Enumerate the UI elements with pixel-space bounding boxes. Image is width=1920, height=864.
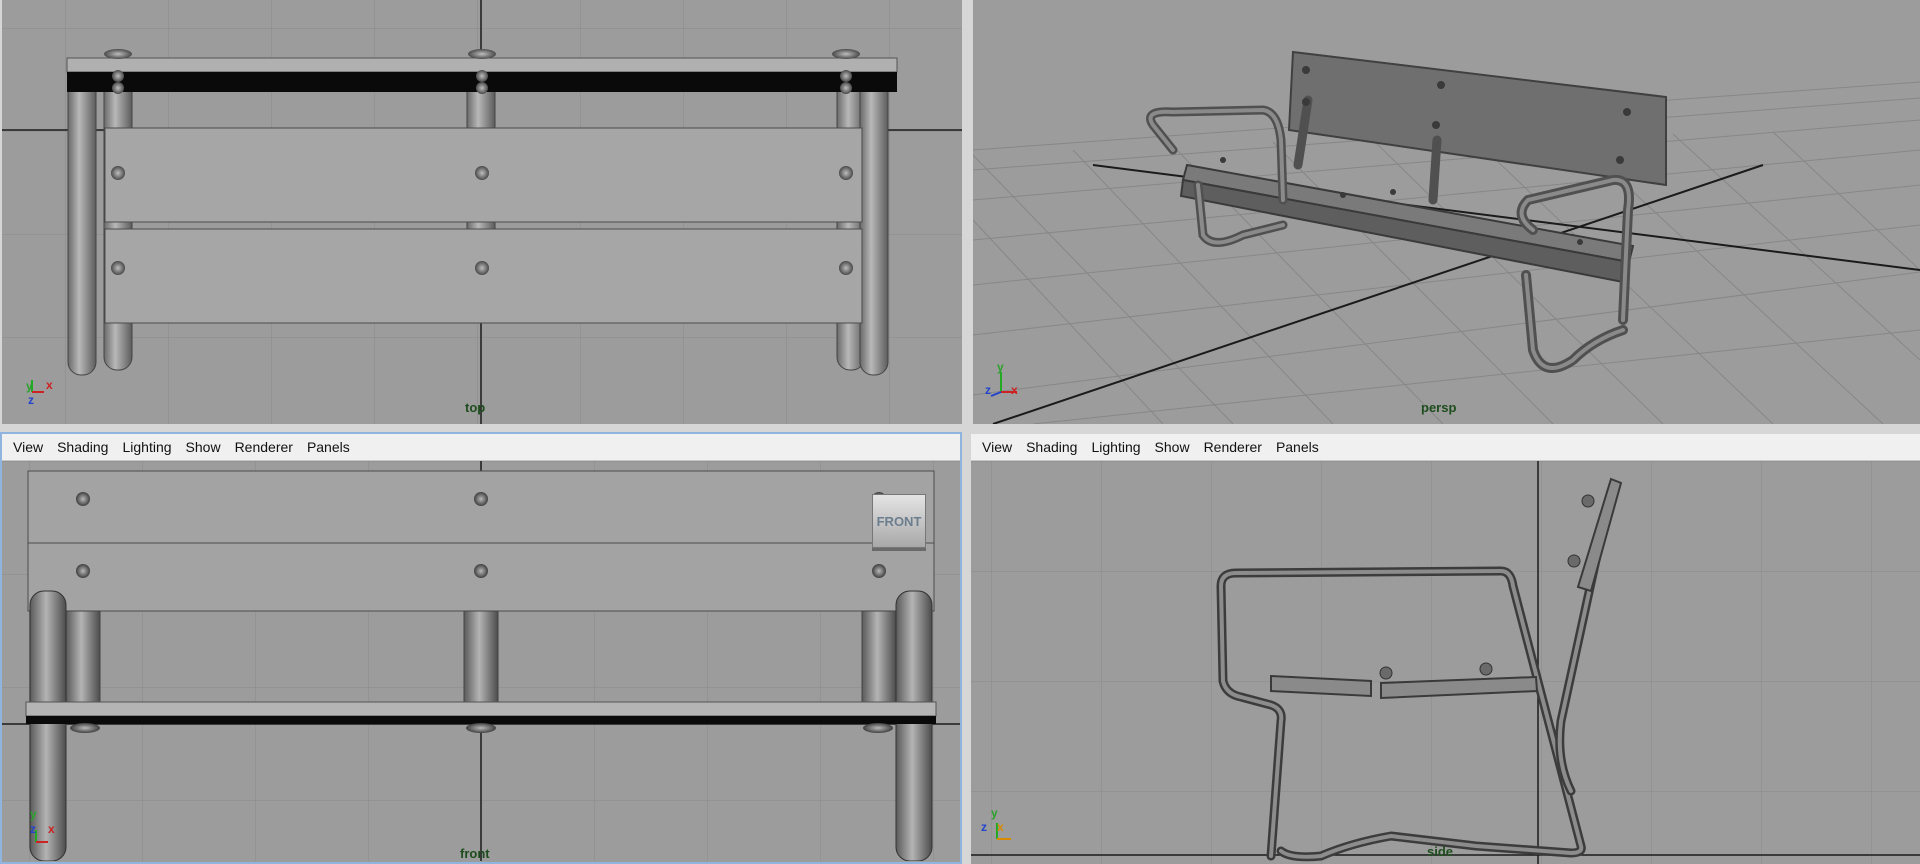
menu-renderer[interactable]: Renderer xyxy=(1197,439,1269,455)
menu-panels[interactable]: Panels xyxy=(300,439,357,455)
viewport-label-top: top xyxy=(465,400,486,415)
menu-view[interactable]: View xyxy=(6,439,50,455)
axis-y-label: y xyxy=(991,806,998,820)
menu-panels[interactable]: Panels xyxy=(1269,439,1326,455)
bench-persp-model xyxy=(1146,50,1667,373)
menu-show[interactable]: Show xyxy=(179,439,228,455)
persp-view-canvas xyxy=(973,50,1920,424)
axis-z-label: z xyxy=(985,383,991,397)
axis-x-label: x xyxy=(1011,383,1018,397)
viewcube-front[interactable]: FRONT xyxy=(872,494,926,548)
splitter-vertical[interactable] xyxy=(962,0,971,864)
side-view-canvas xyxy=(971,461,1920,864)
axis-z-label: z xyxy=(981,820,987,834)
viewport-label-front: front xyxy=(460,846,490,861)
menu-renderer[interactable]: Renderer xyxy=(228,439,300,455)
menu-show[interactable]: Show xyxy=(1148,439,1197,455)
viewport-top[interactable]: y x z top xyxy=(2,0,962,424)
axis-y-label: y xyxy=(26,379,33,393)
top-view-canvas xyxy=(2,0,962,424)
axis-x-label: x xyxy=(46,378,53,392)
viewport-front[interactable]: View Shading Lighting Show Renderer Pane… xyxy=(0,432,962,864)
axis-y-label: y xyxy=(997,360,1004,374)
axis-y-label: y xyxy=(30,807,37,821)
viewport-label-side: side xyxy=(1427,844,1454,859)
menu-shading[interactable]: Shading xyxy=(50,439,115,455)
menubar-front: View Shading Lighting Show Renderer Pane… xyxy=(2,434,960,461)
axis-z-label: z xyxy=(30,822,36,836)
viewport-persp[interactable]: y x z persp xyxy=(973,0,1920,424)
menu-lighting[interactable]: Lighting xyxy=(1084,439,1147,455)
viewport-side[interactable]: View Shading Lighting Show Renderer Pane… xyxy=(971,434,1920,864)
axis-x-label: x xyxy=(997,820,1004,834)
front-view-canvas xyxy=(2,461,960,861)
menubar-side: View Shading Lighting Show Renderer Pane… xyxy=(971,434,1920,461)
menu-view[interactable]: View xyxy=(975,439,1019,455)
splitter-horizontal[interactable] xyxy=(0,424,1920,432)
menu-shading[interactable]: Shading xyxy=(1019,439,1084,455)
axis-x-label: x xyxy=(48,822,55,836)
menu-lighting[interactable]: Lighting xyxy=(115,439,178,455)
viewport-label-persp: persp xyxy=(1421,400,1457,415)
axis-z-label: z xyxy=(28,393,34,407)
